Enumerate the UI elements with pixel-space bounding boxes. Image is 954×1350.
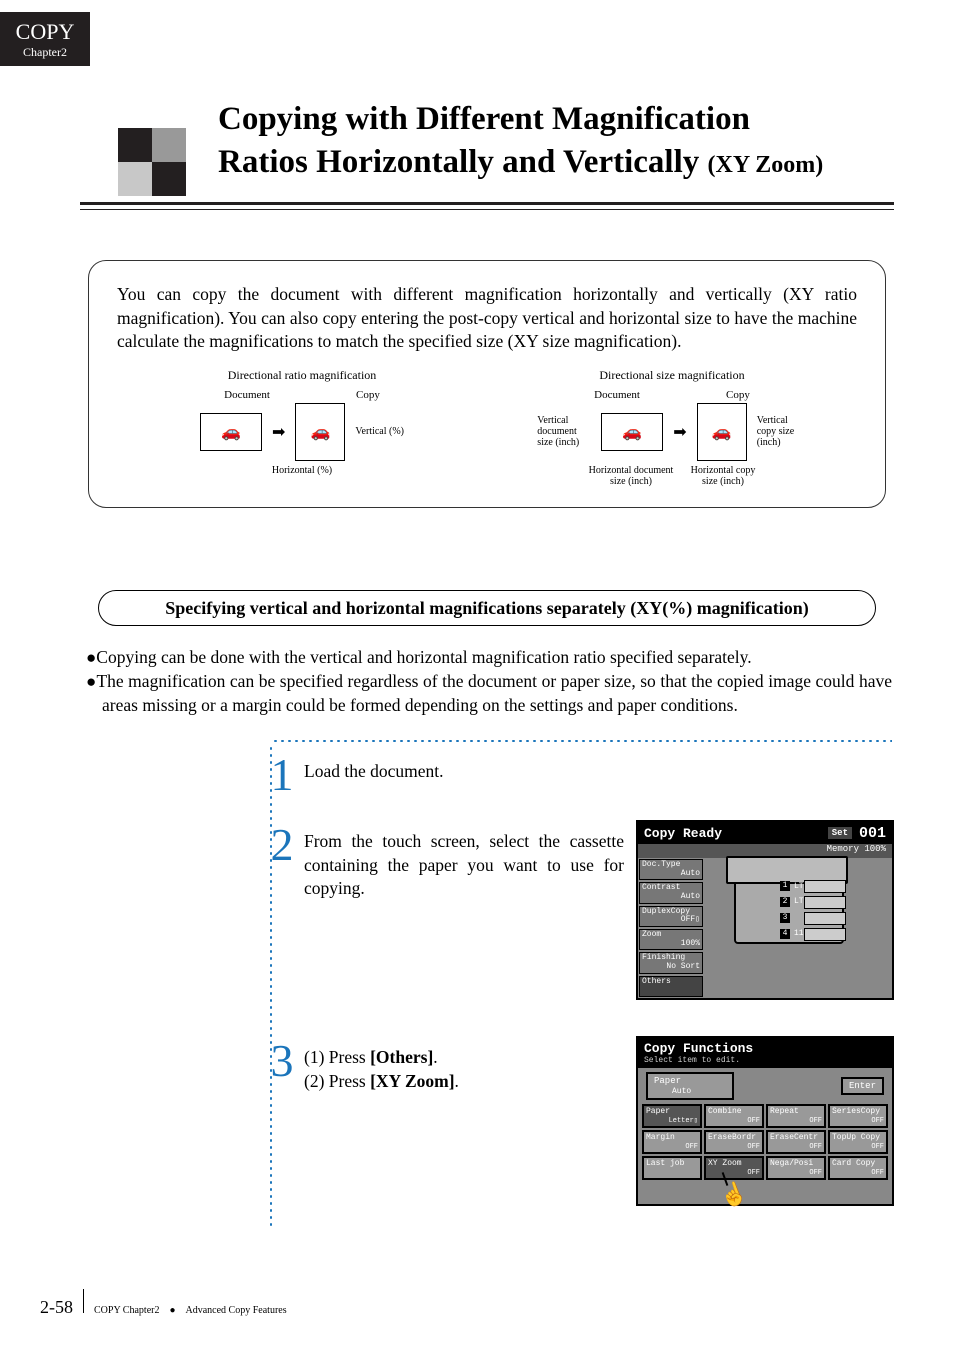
tray-icon[interactable] bbox=[804, 912, 846, 925]
function-button-lastjob[interactable]: Last job bbox=[642, 1156, 702, 1180]
v-copy-size-label: Vertical copy size (inch) bbox=[757, 415, 807, 448]
v-doc-size-label: Vertical document size (inch) bbox=[537, 415, 591, 448]
function-button-erasecentr[interactable]: EraseCentrOFF bbox=[766, 1130, 826, 1154]
copy-functions-screen: Copy Functions Select item to edit. Pape… bbox=[636, 1036, 894, 1206]
arrow-icon: ➡ bbox=[272, 422, 285, 442]
intro-box: You can copy the document with different… bbox=[88, 260, 886, 508]
step-1: 1 Load the document. bbox=[260, 752, 624, 798]
tray-icon[interactable] bbox=[804, 896, 846, 909]
function-button-repeat[interactable]: RepeatOFF bbox=[766, 1104, 826, 1128]
tray-num-1: 1 bbox=[780, 881, 790, 891]
side-button-duplexcopy[interactable]: DuplexCopyOFF▯ bbox=[639, 906, 703, 927]
bullet-2: ●The magnification can be specified rega… bbox=[86, 670, 892, 718]
step-number-3: 3 bbox=[260, 1038, 304, 1084]
dotted-horizontal bbox=[272, 740, 892, 742]
doc-label-r: Document bbox=[594, 389, 640, 401]
header-rule-thin bbox=[80, 209, 894, 210]
copy-label-r: Copy bbox=[726, 389, 750, 401]
function-button-margin[interactable]: MarginOFF bbox=[642, 1130, 702, 1154]
step-number-1: 1 bbox=[260, 752, 304, 798]
copier-illustration: 1 2 3 4 LTR▯ LTR 11x17 bbox=[704, 858, 892, 998]
footer-chapter: COPY Chapter2 bbox=[94, 1305, 159, 1316]
function-button-xyzoom[interactable]: XY ZoomOFF bbox=[704, 1156, 764, 1180]
horizontal-pct-label: Horizontal (%) bbox=[272, 465, 332, 476]
function-button-erasebordr[interactable]: EraseBordrOFF bbox=[704, 1130, 764, 1154]
step-3: 3 (1) Press [Others]. (2) Press [XY Zoom… bbox=[260, 1038, 624, 1093]
screen-titlebar: Copy Ready Set 001 bbox=[638, 822, 892, 844]
title-line1: Copying with Different Magnification bbox=[218, 101, 750, 137]
page-header: Copying with Different Magnification Rat… bbox=[110, 98, 894, 184]
function-button-combine[interactable]: CombineOFF bbox=[704, 1104, 764, 1128]
tab-line2: Chapter2 bbox=[23, 45, 67, 60]
page-footer: 2-58 COPY Chapter2 ● Advanced Copy Featu… bbox=[40, 1289, 287, 1318]
document-icon-r: 🚗 bbox=[601, 413, 663, 451]
bullet-1: ●Copying can be done with the vertical a… bbox=[86, 646, 892, 670]
arrow-icon-r: ➡ bbox=[673, 422, 686, 442]
page-number: 2-58 bbox=[40, 1297, 73, 1318]
diagram-left: Directional ratio magnification Document… bbox=[124, 368, 479, 487]
step-3-text: (1) Press [Others]. (2) Press [XY Zoom]. bbox=[304, 1046, 624, 1093]
set-button[interactable]: Set bbox=[827, 826, 853, 840]
tray-icon[interactable] bbox=[804, 880, 846, 893]
diagram-left-head: Directional ratio magnification bbox=[124, 368, 479, 383]
header-squares-icon bbox=[110, 128, 206, 200]
functions-grid: PaperLetter▯CombineOFFRepeatOFFSeriesCop… bbox=[642, 1104, 888, 1180]
step-number-2: 2 bbox=[260, 822, 304, 868]
dotted-vertical bbox=[270, 745, 272, 1230]
h-copy-size-label: Horizontal copy size (inch) bbox=[688, 465, 758, 487]
copy-icon-r: 🚗 bbox=[697, 403, 747, 461]
function-button-negaposi[interactable]: Nega/PosiOFF bbox=[766, 1156, 826, 1180]
copy-ready-screen: Copy Ready Set 001 Memory 100% Doc.TypeA… bbox=[636, 820, 894, 1000]
functions-titlebar: Copy Functions Select item to edit. bbox=[638, 1038, 892, 1068]
footer-dot-icon: ● bbox=[169, 1305, 175, 1316]
bullet-list: ●Copying can be done with the vertical a… bbox=[86, 646, 892, 718]
tray-num-4: 4 bbox=[780, 929, 790, 939]
enter-button[interactable]: Enter bbox=[841, 1077, 884, 1095]
function-button-paper[interactable]: PaperLetter▯ bbox=[642, 1104, 702, 1128]
header-rule-thick bbox=[80, 202, 894, 205]
side-button-finishing[interactable]: FinishingNo Sort bbox=[639, 952, 703, 973]
document-icon: 🚗 bbox=[200, 413, 262, 451]
function-button-seriescopy[interactable]: SeriesCopyOFF bbox=[828, 1104, 888, 1128]
tray-icon[interactable] bbox=[804, 928, 846, 941]
screen-title: Copy Ready bbox=[644, 826, 722, 841]
copy-count: 001 bbox=[859, 825, 886, 842]
step-2: 2 From the touch screen, select the cass… bbox=[260, 822, 624, 901]
tray-num-2: 2 bbox=[780, 897, 790, 907]
title-line2: Ratios Horizontally and Vertically bbox=[218, 144, 708, 180]
doc-label: Document bbox=[224, 389, 270, 401]
step-1-text: Load the document. bbox=[304, 760, 624, 784]
diagram-right: Directional size magnification Document … bbox=[494, 368, 849, 487]
subheading: Specifying vertical and horizontal magni… bbox=[98, 590, 876, 626]
diagram-right-head: Directional size magnification bbox=[494, 368, 849, 383]
copy-icon: 🚗 bbox=[295, 403, 345, 461]
h-doc-size-label: Horizontal document size (inch) bbox=[586, 465, 676, 487]
function-button-topupcopy[interactable]: TopUp CopyOFF bbox=[828, 1130, 888, 1154]
footer-section: Advanced Copy Features bbox=[186, 1305, 287, 1316]
chapter-tab: COPY Chapter2 bbox=[0, 12, 90, 66]
side-button-doctype[interactable]: Doc.TypeAuto bbox=[639, 859, 703, 880]
intro-text: You can copy the document with different… bbox=[117, 283, 857, 354]
title-suffix: (XY Zoom) bbox=[708, 152, 824, 178]
page-title: Copying with Different Magnification Rat… bbox=[218, 98, 894, 184]
subheading-text: Specifying vertical and horizontal magni… bbox=[165, 598, 808, 619]
functions-title: Copy Functions bbox=[644, 1041, 753, 1056]
tray-num-3: 3 bbox=[780, 913, 790, 923]
side-button-zoom[interactable]: Zoom100% bbox=[639, 929, 703, 950]
step-2-text: From the touch screen, select the casset… bbox=[304, 830, 624, 901]
screen-sidebar: Doc.TypeAutoContrastAuto DuplexCopyOFF▯Zo… bbox=[638, 858, 704, 998]
side-button-others[interactable]: Others bbox=[639, 976, 703, 997]
copy-label: Copy bbox=[356, 389, 380, 401]
paper-button[interactable]: Paper Auto bbox=[646, 1072, 734, 1100]
vertical-pct-label: Vertical (%) bbox=[355, 426, 404, 437]
functions-subtitle: Select item to edit. bbox=[644, 1056, 886, 1065]
side-button-contrast[interactable]: ContrastAuto bbox=[639, 882, 703, 903]
tab-line1: COPY bbox=[16, 19, 75, 45]
function-button-cardcopy[interactable]: Card CopyOFF bbox=[828, 1156, 888, 1180]
